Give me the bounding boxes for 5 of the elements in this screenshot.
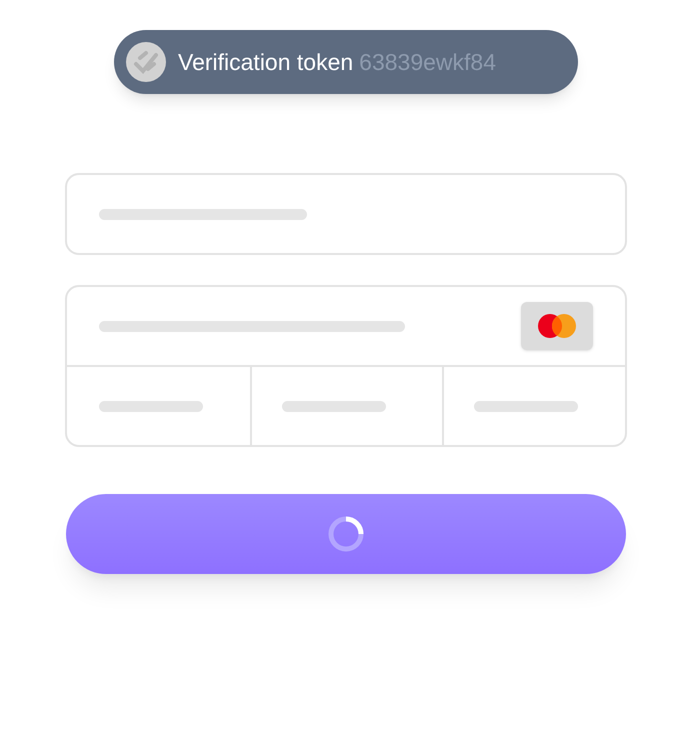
loading-spinner-icon [327,515,365,553]
badge-check-icon [126,42,166,82]
card-brand-icon [521,302,593,350]
input-field[interactable] [65,173,627,255]
token-label: Verification token [178,48,354,77]
